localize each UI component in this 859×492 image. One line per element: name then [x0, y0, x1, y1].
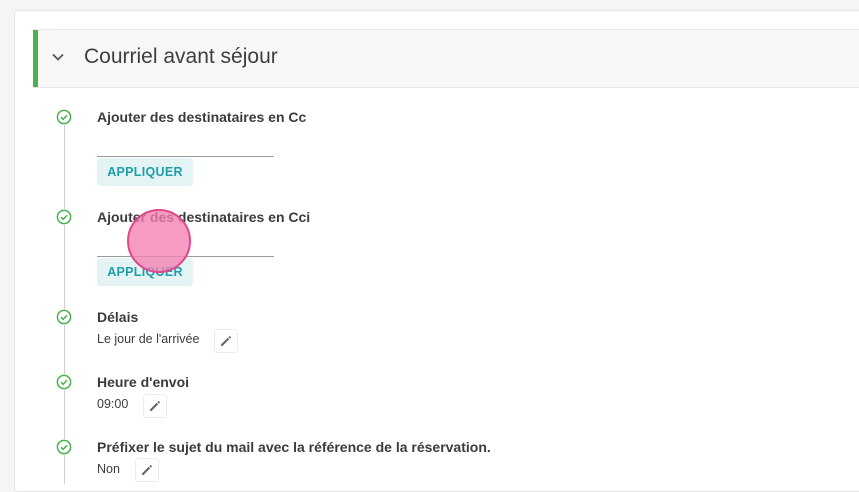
- cc-recipients-input[interactable]: [97, 156, 274, 157]
- edit-heure-button[interactable]: [143, 394, 167, 418]
- chevron-down-icon[interactable]: [50, 49, 66, 65]
- check-circle-icon: [56, 439, 72, 455]
- edit-prefixe-button[interactable]: [135, 458, 159, 482]
- step-title-prefixe: Préfixer le sujet du mail avec la référe…: [97, 439, 491, 455]
- section-title: Courriel avant séjour: [84, 45, 278, 68]
- check-circle-icon: [56, 209, 72, 225]
- pencil-icon: [221, 335, 232, 346]
- apply-cc-button[interactable]: APPLIQUER: [97, 158, 193, 186]
- check-circle-icon: [56, 309, 72, 325]
- step-title-delais: Délais: [97, 309, 139, 325]
- heure-value: 09:00: [97, 397, 129, 411]
- click-indicator: [127, 209, 191, 273]
- edit-delais-button[interactable]: [214, 329, 238, 353]
- prefixe-value: Non: [97, 462, 120, 476]
- section-accent-bar: [33, 30, 38, 87]
- step-title-cc: Ajouter des destinataires en Cc: [97, 109, 307, 125]
- step-title-heure: Heure d'envoi: [97, 374, 190, 390]
- check-circle-icon: [56, 109, 72, 125]
- pencil-icon: [150, 400, 161, 411]
- section-header[interactable]: Courriel avant séjour: [33, 29, 859, 88]
- timeline-line: [64, 124, 65, 484]
- step-title-cci: Ajouter des destinataires en Cci: [97, 209, 311, 225]
- check-circle-icon: [56, 374, 72, 390]
- pencil-icon: [142, 464, 153, 475]
- delais-value: Le jour de l'arrivée: [97, 332, 200, 346]
